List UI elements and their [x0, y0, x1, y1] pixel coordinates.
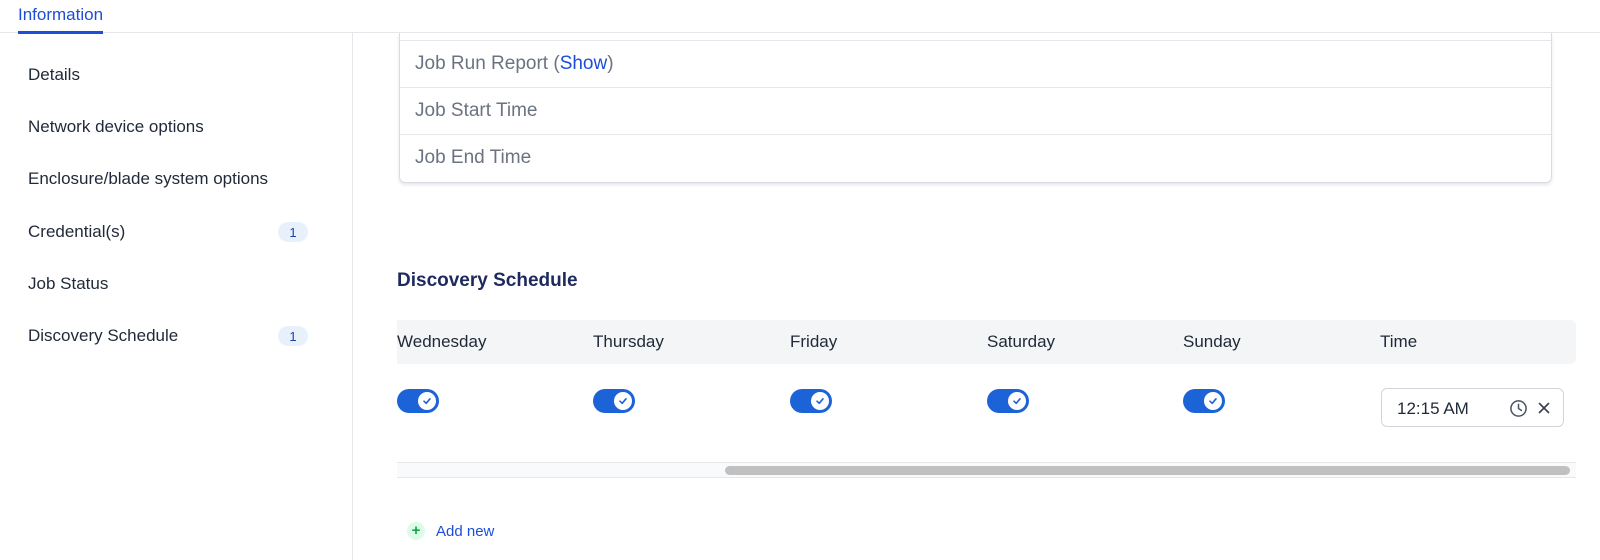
column-header-saturday: Saturday — [987, 332, 1056, 351]
horizontal-scrollbar[interactable] — [397, 462, 1576, 478]
saturday-toggle[interactable] — [987, 389, 1029, 413]
count-badge: 1 — [278, 222, 308, 242]
scrollbar-thumb[interactable] — [725, 466, 1570, 475]
tab-information[interactable]: Information — [18, 5, 104, 34]
sunday-toggle[interactable] — [1183, 389, 1225, 413]
column-header-time: Time — [1380, 332, 1418, 351]
add-new-label: Add new — [436, 522, 495, 540]
job-end-time-label: Job End Time — [415, 147, 532, 168]
job-run-report-label: Job Run Report ( — [415, 53, 560, 74]
column-header-friday: Friday — [790, 332, 838, 351]
friday-toggle[interactable] — [790, 389, 832, 413]
time-input[interactable]: 12:15 AM — [1381, 388, 1564, 427]
section-title: Discovery Schedule — [397, 270, 578, 291]
sidebar-item-label: Job Status — [28, 274, 109, 293]
thursday-toggle[interactable] — [593, 389, 635, 413]
job-start-time-row: Job Start Time — [400, 87, 1551, 134]
plus-icon: + — [407, 522, 425, 540]
schedule-table-header: Wednesday Thursday Friday Saturday Sunda… — [397, 320, 1576, 364]
job-info-card: Job Run Report (Show) Job Start Time Job… — [399, 33, 1552, 183]
schedule-table: Wednesday Thursday Friday Saturday Sunda… — [397, 320, 1576, 480]
sidebar-item-credentials[interactable]: Credential(s) 1 — [28, 217, 308, 247]
column-header-sunday: Sunday — [1183, 332, 1241, 351]
sidebar-item-label: Enclosure/blade system options — [28, 169, 269, 188]
sidebar-item-enclosure-blade-options[interactable]: Enclosure/blade system options — [28, 164, 308, 194]
sidebar-item-network-device-options[interactable]: Network device options — [28, 112, 308, 142]
check-icon — [1204, 392, 1222, 410]
paren-close: ) — [607, 53, 614, 74]
job-start-time-label: Job Start Time — [415, 100, 538, 121]
check-icon — [1008, 392, 1026, 410]
check-icon — [614, 392, 632, 410]
column-header-wednesday: Wednesday — [397, 332, 487, 351]
count-badge: 1 — [278, 326, 308, 346]
sidebar-item-label: Discovery Schedule — [28, 326, 179, 345]
wednesday-toggle[interactable] — [397, 389, 439, 413]
close-icon[interactable] — [1536, 400, 1552, 416]
job-end-time-row: Job End Time — [400, 134, 1551, 181]
column-header-thursday: Thursday — [593, 332, 664, 351]
job-run-report-row: Job Run Report (Show) — [400, 40, 1551, 87]
add-new-button[interactable]: + Add new — [407, 522, 494, 540]
show-report-link[interactable]: Show — [560, 53, 608, 75]
sidebar-nav: Details Network device options Enclosure… — [0, 33, 353, 560]
sidebar-item-job-status[interactable]: Job Status — [28, 269, 308, 299]
sidebar-item-discovery-schedule[interactable]: Discovery Schedule 1 — [28, 321, 308, 351]
sidebar-item-label: Details — [28, 65, 80, 84]
sidebar-item-label: Network device options — [28, 117, 204, 136]
sidebar-item-label: Credential(s) — [28, 222, 126, 241]
check-icon — [811, 392, 829, 410]
time-value: 12:15 AM — [1397, 399, 1469, 418]
sidebar-item-details[interactable]: Details — [28, 60, 308, 90]
tab-bar: Information — [0, 0, 1600, 34]
check-icon — [418, 392, 436, 410]
clock-icon[interactable] — [1509, 399, 1528, 418]
